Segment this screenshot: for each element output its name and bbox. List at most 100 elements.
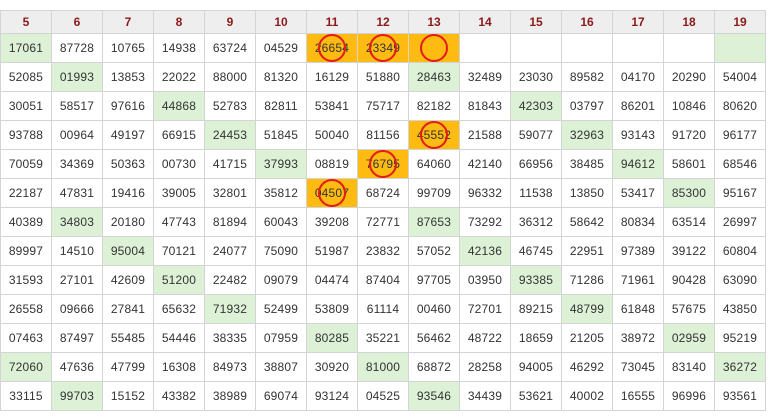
grid-cell: 39005 bbox=[153, 178, 205, 208]
cell-number: 34369 bbox=[59, 157, 95, 171]
cell-number: 02959 bbox=[671, 331, 707, 345]
cell-number: 96996 bbox=[671, 389, 707, 403]
cell-number: 19416 bbox=[110, 186, 146, 200]
grid-cell bbox=[510, 33, 562, 63]
cell-number: 61114 bbox=[366, 302, 400, 316]
grid-cell: 15152 bbox=[102, 381, 154, 411]
grid-cell: 86201 bbox=[612, 91, 664, 121]
grid-cell: 61114 bbox=[357, 294, 409, 324]
column-header: 17 bbox=[612, 10, 664, 34]
grid-cell: 96332 bbox=[459, 178, 511, 208]
grid-cell bbox=[459, 33, 511, 63]
cell-number: 81320 bbox=[263, 70, 299, 84]
grid-cell: 58642 bbox=[561, 207, 613, 237]
grid-cell: 88000 bbox=[204, 62, 256, 92]
grid-cell: 51987 bbox=[306, 236, 358, 266]
grid-cell: 81156 bbox=[357, 120, 409, 150]
grid-cell: 02959 bbox=[663, 323, 715, 353]
cell-number: 08819 bbox=[314, 157, 350, 171]
column-header: 8 bbox=[153, 10, 205, 34]
cell-number: 13853 bbox=[110, 70, 146, 84]
cell-number: 32963 bbox=[569, 128, 605, 142]
cell-number: 00730 bbox=[161, 157, 197, 171]
grid-cell: 51200 bbox=[153, 265, 205, 295]
grid-cell: 46745 bbox=[510, 236, 562, 266]
cell-number: 81843 bbox=[467, 99, 503, 113]
grid-cell bbox=[561, 33, 613, 63]
cell-number: 51987 bbox=[314, 244, 350, 258]
column-header: 6 bbox=[51, 10, 103, 34]
grid-cell: 34439 bbox=[459, 381, 511, 411]
cell-number: 49197 bbox=[110, 128, 146, 142]
grid-cell: 10846 bbox=[663, 91, 715, 121]
grid-cell: 53417 bbox=[612, 178, 664, 208]
cell-number: 89997 bbox=[8, 244, 44, 258]
cell-number: 57052 bbox=[416, 244, 452, 258]
cell-number: 54004 bbox=[722, 70, 758, 84]
cell-number: 66956 bbox=[518, 157, 554, 171]
grid-cell: 66956 bbox=[510, 149, 562, 179]
cell-number: 40389 bbox=[8, 215, 44, 229]
cell-number: 81000 bbox=[365, 360, 401, 374]
cell-number: 81894 bbox=[212, 215, 248, 229]
grid-cell: 50363 bbox=[102, 149, 154, 179]
grid-cell: 16308 bbox=[153, 352, 205, 382]
cell-number: 80834 bbox=[620, 215, 656, 229]
cell-number: 90428 bbox=[671, 273, 707, 287]
column-header: 5 bbox=[0, 10, 52, 34]
cell-number: 58601 bbox=[671, 157, 707, 171]
cell-number: 10765 bbox=[110, 41, 146, 55]
grid-cell: 38972 bbox=[612, 323, 664, 353]
cell-number: 89582 bbox=[569, 70, 605, 84]
cell-number: 22482 bbox=[212, 273, 248, 287]
grid-cell: 56462 bbox=[408, 323, 460, 353]
cell-number: 21588 bbox=[467, 128, 503, 142]
grid-cell: 14510 bbox=[51, 236, 103, 266]
cell-number: 24077 bbox=[212, 244, 248, 258]
grid-cell: 47743 bbox=[153, 207, 205, 237]
cell-number: 04529 bbox=[263, 41, 299, 55]
cell-number: 45552 bbox=[416, 128, 452, 142]
grid-cell bbox=[408, 33, 460, 63]
cell-number: 42136 bbox=[467, 244, 503, 258]
cell-number: 73045 bbox=[620, 360, 656, 374]
cell-number: 91720 bbox=[671, 128, 707, 142]
grid-cell: 63724 bbox=[204, 33, 256, 63]
cell-number: 70059 bbox=[8, 157, 44, 171]
grid-cell: 09666 bbox=[51, 294, 103, 324]
cell-number: 03797 bbox=[569, 99, 605, 113]
cell-number: 09079 bbox=[263, 273, 299, 287]
column-header: 15 bbox=[510, 10, 562, 34]
cell-number: 26654 bbox=[314, 41, 350, 55]
grid-body: 17061 87728 10765 14938 63724 04529 26654 23349… bbox=[0, 33, 766, 411]
cell-number: 33115 bbox=[9, 389, 43, 403]
red-circle-mark bbox=[420, 34, 448, 62]
column-header: 7 bbox=[102, 10, 154, 34]
cell-number: 48722 bbox=[467, 331, 503, 345]
cell-number: 18659 bbox=[518, 331, 554, 345]
grid-cell: 16129 bbox=[306, 62, 358, 92]
cell-number: 28258 bbox=[467, 360, 503, 374]
cell-number: 32489 bbox=[467, 70, 503, 84]
grid-cell: 72701 bbox=[459, 294, 511, 324]
grid-cell: 81843 bbox=[459, 91, 511, 121]
grid-cell: 26654 bbox=[306, 33, 358, 63]
cell-number: 54446 bbox=[161, 331, 197, 345]
table-row: 40389 34803 20180 47743 81894 60043 39208 72771… bbox=[0, 207, 766, 237]
cell-number: 69074 bbox=[263, 389, 299, 403]
grid-cell: 91720 bbox=[663, 120, 715, 150]
table-row: 30051 58517 97616 44868 52783 82811 53841 75717… bbox=[0, 91, 766, 121]
grid-cell: 28463 bbox=[408, 62, 460, 92]
grid-cell: 53841 bbox=[306, 91, 358, 121]
grid-cell: 87497 bbox=[51, 323, 103, 353]
grid-cell: 49197 bbox=[102, 120, 154, 150]
cell-number: 39122 bbox=[671, 244, 707, 258]
cell-number: 87653 bbox=[416, 215, 452, 229]
cell-number: 53621 bbox=[518, 389, 554, 403]
grid-cell: 52783 bbox=[204, 91, 256, 121]
grid-cell bbox=[612, 33, 664, 63]
cell-number: 55485 bbox=[110, 331, 146, 345]
grid-cell: 63090 bbox=[714, 265, 766, 295]
grid-cell: 39122 bbox=[663, 236, 715, 266]
cell-number: 40002 bbox=[569, 389, 605, 403]
